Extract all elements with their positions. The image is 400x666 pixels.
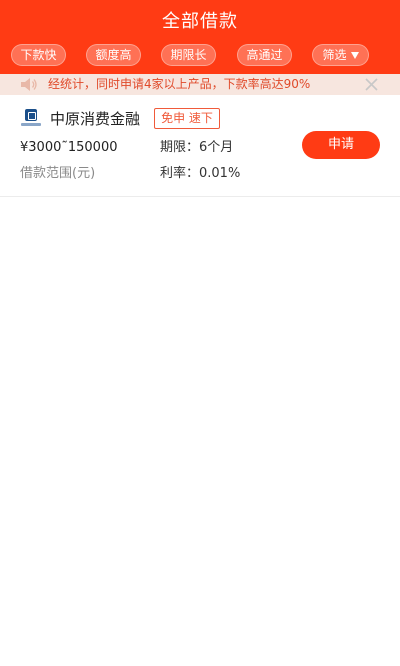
filter-screen-label: 筛选 [322,48,347,62]
speaker-icon [21,78,37,91]
bank-logo-icon [20,109,42,129]
notice-text: 经统计，同时申请4家以上产品，下款率高达90% [48,77,311,91]
notice-bar: 经统计，同时申请4家以上产品，下款率高达90% [0,74,400,95]
product-tag: 免申 速下 [154,108,220,129]
funnel-icon [350,52,359,59]
apply-button[interactable]: 申请 [302,131,380,159]
loan-amount-label: 借款范围(元) [20,166,96,181]
product-card[interactable]: 中原消费金融 免申 速下 ¥3000˜150000 借款范围(元) 期限：6个月… [0,96,400,197]
filter-screen-button[interactable]: 筛选 [312,44,369,66]
page-title: 全部借款 [162,11,238,32]
filter-high-approval[interactable]: 高通过 [237,44,292,66]
filter-high-limit[interactable]: 额度高 [86,44,141,66]
loan-term: 期限：6个月 [160,140,234,155]
filter-fast-payout[interactable]: 下款快 [11,44,66,66]
loan-rate: 利率：0.01% [160,166,241,181]
filter-bar: 下款快 额度高 期限长 高通过 筛选 [0,44,400,66]
close-icon[interactable] [364,77,379,92]
loan-list-page: 全部借款 下款快 额度高 期限长 高通过 筛选 经统计，同时申请4家以上产品，下… [0,0,400,666]
header: 全部借款 下款快 额度高 期限长 高通过 筛选 [0,0,400,74]
filter-long-term[interactable]: 期限长 [161,44,216,66]
loan-amount: ¥3000˜150000 [20,140,118,155]
product-name: 中原消费金融 [50,110,141,128]
